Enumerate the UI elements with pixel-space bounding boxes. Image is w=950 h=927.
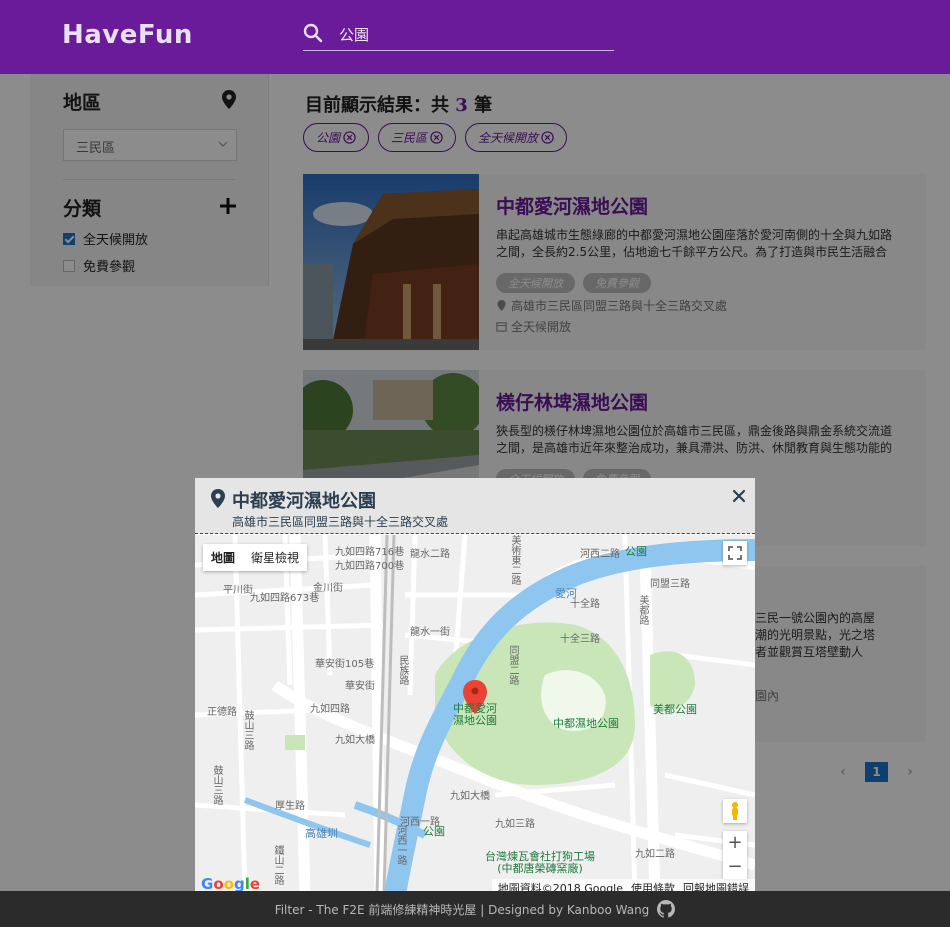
location-pin-icon [211, 489, 225, 508]
github-icon[interactable] [657, 900, 676, 918]
map-label: 九如四路716巷 [335, 547, 405, 558]
footer: Filter - The F2E 前端修練精神時光屋 | Designed by… [0, 891, 950, 927]
map-label: 龍水一街 [410, 627, 450, 638]
map-label: 鼓山三路 [211, 765, 222, 805]
map-type-roadmap-button[interactable]: 地圖 [203, 544, 243, 571]
modal-address: 高雄市三民區同盟三路與十全三路交叉處 [232, 515, 449, 529]
map-label: 龍水二路 [410, 549, 450, 560]
map-label: 華安街105巷 [315, 659, 375, 670]
map-label: 民族路 [397, 655, 408, 685]
fullscreen-button[interactable] [723, 541, 747, 565]
street-view-pegman[interactable] [723, 799, 747, 823]
map-label: 公園 [625, 545, 647, 558]
map-label: 十全路 [570, 599, 600, 610]
google-map[interactable]: 九如四路716巷 九如四路700巷 金川街 九如四路673巷 平川街 龍水二路 … [195, 535, 755, 894]
map-label: 華安街 [345, 681, 375, 692]
map-label: 九如四路673巷 [250, 593, 320, 604]
map-label: 九如四路700巷 [335, 561, 405, 572]
map-label: 美都路 [637, 595, 648, 625]
map-label: 同盟三路 [650, 579, 690, 590]
map-label: 高雄圳 [305, 827, 338, 840]
map-label: 九如四路 [310, 704, 350, 715]
map-label: 十全三路 [560, 634, 600, 645]
map-label: 平川街 [223, 585, 253, 596]
modal-title: 中都愛河濕地公園 [232, 491, 376, 512]
search-bar [303, 20, 614, 51]
map-label: 正德路 [207, 707, 237, 718]
fullscreen-icon [728, 546, 742, 560]
map-label: 台灣煉瓦會社打狗工場(中都唐榮磚窯廠) [485, 850, 595, 875]
map-label: 中都愛河濕地公園 [453, 702, 497, 727]
map-label: 鼓山三路 [242, 710, 253, 750]
map-label: 九如大橋 [335, 735, 375, 746]
zoom-control: + − [723, 831, 747, 879]
pegman-icon [732, 802, 738, 820]
map-label: 九如三路 [495, 819, 535, 830]
map-label: 九如大橋 [450, 791, 490, 802]
map-label: 同盟二路 [507, 645, 518, 685]
map-label: 鐵山二路 [272, 845, 283, 885]
zoom-out-button[interactable]: − [723, 855, 747, 879]
map-type-control: 地圖 衛星檢視 [203, 544, 308, 571]
zoom-in-button[interactable]: + [723, 831, 747, 855]
map-label: 美都公園 [653, 703, 697, 716]
map-label: 河西二路 [580, 549, 620, 560]
search-icon[interactable] [303, 23, 323, 43]
map-label: 河西一路 [395, 825, 406, 865]
map-label: 公園 [423, 825, 445, 838]
map-modal: 中都愛河濕地公園 高雄市三民區同盟三路與十全三路交叉處 九如四路716巷 九如四… [195, 478, 755, 894]
map-label: 美術東二路 [509, 535, 520, 585]
top-header: HaveFun [0, 0, 950, 74]
logo[interactable]: HaveFun [62, 20, 193, 50]
footer-text: Filter - The F2E 前端修練精神時光屋 | Designed by… [274, 902, 650, 917]
search-input[interactable] [339, 22, 609, 46]
map-label: 中都濕地公園 [553, 717, 619, 730]
map-label: 厚生路 [275, 801, 305, 812]
close-icon[interactable] [731, 488, 747, 504]
map-label: 九如二路 [635, 849, 675, 860]
map-type-satellite-button[interactable]: 衛星檢視 [243, 544, 307, 571]
modal-header: 中都愛河濕地公園 高雄市三民區同盟三路與十全三路交叉處 [195, 478, 755, 534]
